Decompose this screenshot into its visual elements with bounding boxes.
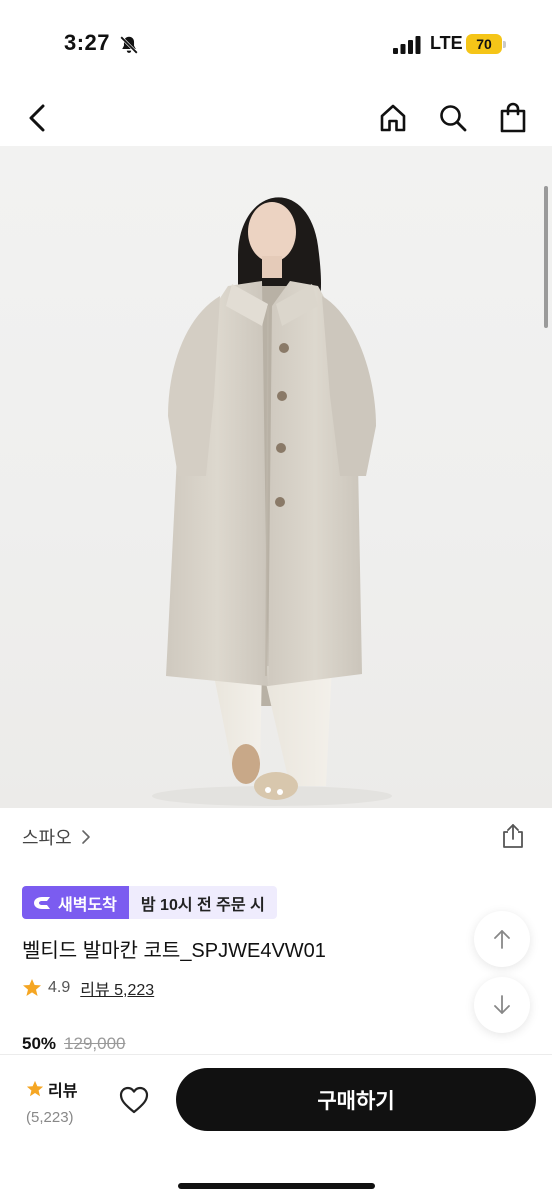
rating-row: 4.9 리뷰 5,223 bbox=[22, 976, 154, 1000]
original-price: 129,000 bbox=[64, 1034, 126, 1053]
network-type: LTE bbox=[430, 33, 463, 53]
review-label-row: 리뷰 bbox=[26, 1077, 88, 1101]
share-icon[interactable] bbox=[499, 822, 527, 850]
delivery-badge-label: 새벽도착 bbox=[58, 896, 117, 914]
home-button[interactable] bbox=[373, 98, 413, 138]
price-row: 50% 129,000 bbox=[22, 1034, 125, 1054]
bottom-purchase-bar: 리뷰 (5,223) 구매하기 bbox=[0, 1054, 552, 1200]
dawn-delivery-tag: 새벽도착 bbox=[22, 886, 129, 919]
rating-value: 4.9 bbox=[48, 979, 71, 996]
star-icon bbox=[26, 1080, 44, 1097]
heart-icon[interactable] bbox=[118, 1085, 150, 1115]
battery-cap bbox=[503, 41, 506, 48]
brand-link[interactable]: 스파오 bbox=[22, 824, 92, 850]
scroll-top-button[interactable] bbox=[474, 911, 530, 967]
brand-name: 스파오 bbox=[22, 828, 72, 848]
home-indicator bbox=[178, 1183, 375, 1189]
product-title: 벨티드 발마칸 코트_SPJWE4VW01 bbox=[22, 940, 326, 962]
arrow-down-icon bbox=[494, 995, 510, 1014]
battery-icon: 70 bbox=[466, 34, 506, 54]
top-nav-bar bbox=[0, 90, 552, 146]
search-button[interactable] bbox=[433, 98, 473, 138]
discount-rate: 50% bbox=[22, 1034, 57, 1053]
delivery-badge: 새벽도착 밤 10시 전 주문 시 bbox=[22, 886, 277, 919]
search-icon bbox=[440, 105, 467, 132]
home-icon bbox=[380, 104, 406, 132]
scroll-down-button[interactable] bbox=[474, 977, 530, 1033]
arrow-up-icon bbox=[494, 930, 510, 949]
review-count: (5,223) bbox=[26, 1109, 74, 1126]
chevron-right-icon bbox=[81, 830, 90, 844]
review-label: 리뷰 bbox=[48, 1083, 78, 1100]
back-chevron-icon bbox=[29, 104, 45, 132]
cart-button[interactable] bbox=[493, 98, 533, 138]
star-icon bbox=[23, 979, 41, 996]
buy-button[interactable]: 구매하기 bbox=[176, 1068, 536, 1131]
product-image-carousel[interactable] bbox=[0, 146, 552, 808]
status-bar: 3:27 LTE 70 bbox=[0, 0, 552, 90]
review-link[interactable]: 리뷰 5,223 bbox=[80, 976, 154, 1000]
image-scroll-indicator bbox=[544, 186, 548, 328]
status-time: 3:27 bbox=[64, 30, 111, 55]
battery-level: 70 bbox=[466, 34, 502, 54]
product-photo bbox=[152, 197, 392, 806]
shopping-bag-icon bbox=[500, 102, 526, 133]
back-button[interactable] bbox=[18, 98, 58, 138]
signal-icon bbox=[393, 36, 421, 54]
delivery-speed-icon bbox=[34, 896, 50, 909]
delivery-note: 밤 10시 전 주문 시 bbox=[128, 886, 277, 919]
bell-slash-icon bbox=[120, 36, 138, 54]
review-summary[interactable]: 리뷰 (5,223) bbox=[26, 1077, 88, 1126]
